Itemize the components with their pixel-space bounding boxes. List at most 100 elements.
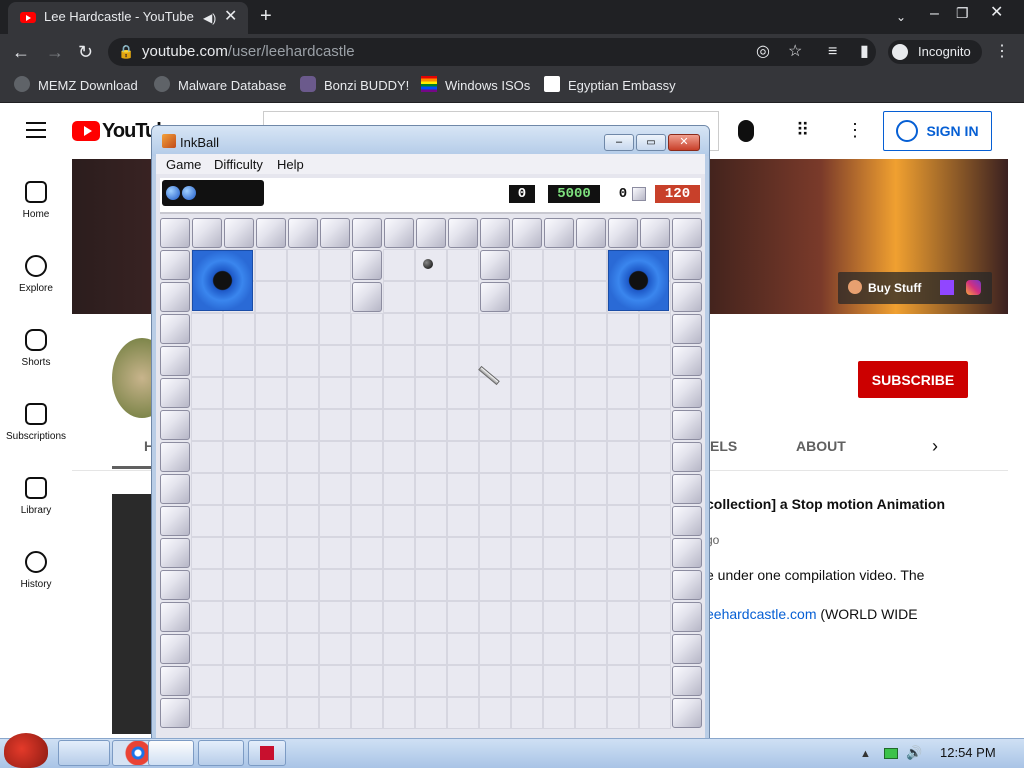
taskbar-explorer-button[interactable]	[58, 740, 110, 766]
sign-in-button[interactable]: SIGN IN	[883, 111, 992, 151]
menu-help[interactable]: Help	[277, 157, 304, 172]
board-cell	[543, 601, 575, 633]
subscriptions-icon	[25, 403, 47, 425]
hamburger-menu-icon[interactable]	[26, 122, 46, 138]
settings-kebab-icon[interactable]: ⋮	[846, 121, 864, 139]
tracking-blocked-icon[interactable]: ◎	[756, 44, 770, 60]
inkball-maximize-button[interactable]: ▭	[636, 134, 666, 151]
side-panel-icon[interactable]: ▮	[860, 44, 869, 60]
bookmark-bonzi-buddy[interactable]: Bonzi BUDDY!	[324, 78, 409, 93]
wall-tile	[672, 442, 702, 472]
board-cell	[479, 633, 511, 665]
board-cell	[255, 441, 287, 473]
forward-icon[interactable]: →	[46, 43, 64, 61]
menu-difficulty[interactable]: Difficulty	[214, 157, 263, 172]
board-cell	[383, 473, 415, 505]
taskbar-pdf-button[interactable]	[248, 740, 286, 766]
buy-stuff-link[interactable]: Buy Stuff	[838, 272, 992, 304]
description-link[interactable]: eehardcastle.com	[706, 606, 817, 622]
wall-tile	[160, 218, 190, 248]
url-text[interactable]: youtube.com/user/leehardcastle	[142, 43, 355, 60]
board-cell	[607, 409, 639, 441]
history-icon	[25, 551, 47, 573]
bookmark-malware-database[interactable]: Malware Database	[178, 78, 286, 93]
sidebar-item-library[interactable]: Library	[0, 477, 72, 516]
board-cell	[447, 505, 479, 537]
tab-channels[interactable]: ELS	[710, 438, 737, 454]
board-cell	[191, 409, 223, 441]
inkball-minimize-button[interactable]: –	[604, 134, 634, 151]
board-cell	[543, 633, 575, 665]
wall-tile	[640, 218, 670, 248]
board-cell	[287, 537, 319, 569]
board-cell	[319, 537, 351, 569]
board-cell	[191, 697, 223, 729]
compass-icon	[25, 255, 47, 277]
microphone-icon[interactable]	[738, 120, 754, 142]
board-cell	[319, 409, 351, 441]
game-board[interactable]	[159, 217, 704, 739]
wall-tile	[672, 506, 702, 536]
wall-tile	[576, 218, 606, 248]
board-cell	[191, 537, 223, 569]
volume-icon[interactable]: 🔊	[906, 745, 922, 761]
new-tab-button[interactable]: +	[260, 6, 272, 26]
board-cell	[607, 377, 639, 409]
media-queue-icon[interactable]: ≡	[828, 44, 837, 60]
battery-icon[interactable]	[884, 748, 898, 759]
sidebar-item-shorts[interactable]: Shorts	[0, 329, 72, 368]
show-hidden-icons-icon[interactable]: ▲	[860, 746, 871, 762]
board-cell	[543, 665, 575, 697]
bookmark-egyptian-embassy[interactable]: Egyptian Embassy	[568, 78, 676, 93]
video-title[interactable]: collection] a Stop motion Animation	[706, 496, 945, 512]
board-cell	[511, 537, 543, 569]
board-cell	[543, 281, 575, 313]
twitch-icon[interactable]	[940, 280, 954, 295]
sidebar-label: Explore	[19, 283, 53, 294]
featured-video-thumbnail[interactable]	[112, 494, 152, 734]
board-cell	[191, 377, 223, 409]
bookmark-memz[interactable]: MEMZ Download	[38, 78, 138, 93]
wall-tile	[160, 410, 190, 440]
sidebar-item-explore[interactable]: Explore	[0, 255, 72, 294]
board-cell	[287, 569, 319, 601]
close-window-icon[interactable]: ✕	[990, 5, 1003, 21]
menu-kebab-icon[interactable]: ⋮	[994, 44, 1010, 60]
tab-search-icon[interactable]: ⌄	[896, 9, 906, 25]
inkball-titlebar[interactable]: InkBall – ▭ ✕	[152, 126, 709, 156]
board-cell	[287, 345, 319, 377]
board-cell	[351, 505, 383, 537]
subscribe-button[interactable]: SUBSCRIBE	[858, 361, 968, 398]
chevron-right-icon[interactable]: ›	[932, 437, 938, 455]
taskbar-clock[interactable]: 12:54 PM	[940, 745, 996, 760]
board-cell	[479, 537, 511, 569]
taskbar-inkball-button[interactable]	[148, 740, 194, 766]
sidebar-item-history[interactable]: History	[0, 551, 72, 590]
timer-counter: 120	[655, 185, 700, 203]
back-icon[interactable]: ←	[12, 43, 30, 61]
star-icon[interactable]: ☆	[788, 44, 802, 60]
bookmark-windows-isos[interactable]: Windows ISOs	[445, 78, 530, 93]
sidebar-item-home[interactable]: Home	[0, 181, 72, 220]
tab-about[interactable]: ABOUT	[796, 438, 846, 454]
board-cell	[319, 377, 351, 409]
close-tab-icon[interactable]: ✕	[224, 9, 237, 25]
board-cell	[351, 665, 383, 697]
incognito-chip[interactable]: Incognito	[888, 40, 982, 64]
inkball-close-button[interactable]: ✕	[668, 134, 700, 151]
instagram-icon[interactable]	[966, 280, 981, 295]
score-counter: 0	[509, 185, 535, 203]
taskbar-app-button[interactable]	[198, 740, 244, 766]
board-cell	[575, 313, 607, 345]
restore-icon[interactable]: ❐	[956, 5, 969, 21]
apps-grid-icon[interactable]: ⠿	[796, 121, 809, 139]
sidebar-item-subscriptions[interactable]: Subscriptions	[0, 403, 72, 442]
start-button-angry-bird-icon[interactable]	[4, 733, 48, 768]
minimize-icon[interactable]: –	[930, 6, 939, 22]
sidebar-label: Subscriptions	[5, 431, 67, 442]
menu-game[interactable]: Game	[166, 157, 201, 172]
reload-icon[interactable]: ↻	[78, 43, 93, 61]
board-cell	[255, 281, 287, 313]
speaker-icon[interactable]: ◀)	[203, 10, 216, 26]
lock-icon[interactable]: 🔒	[118, 44, 134, 60]
